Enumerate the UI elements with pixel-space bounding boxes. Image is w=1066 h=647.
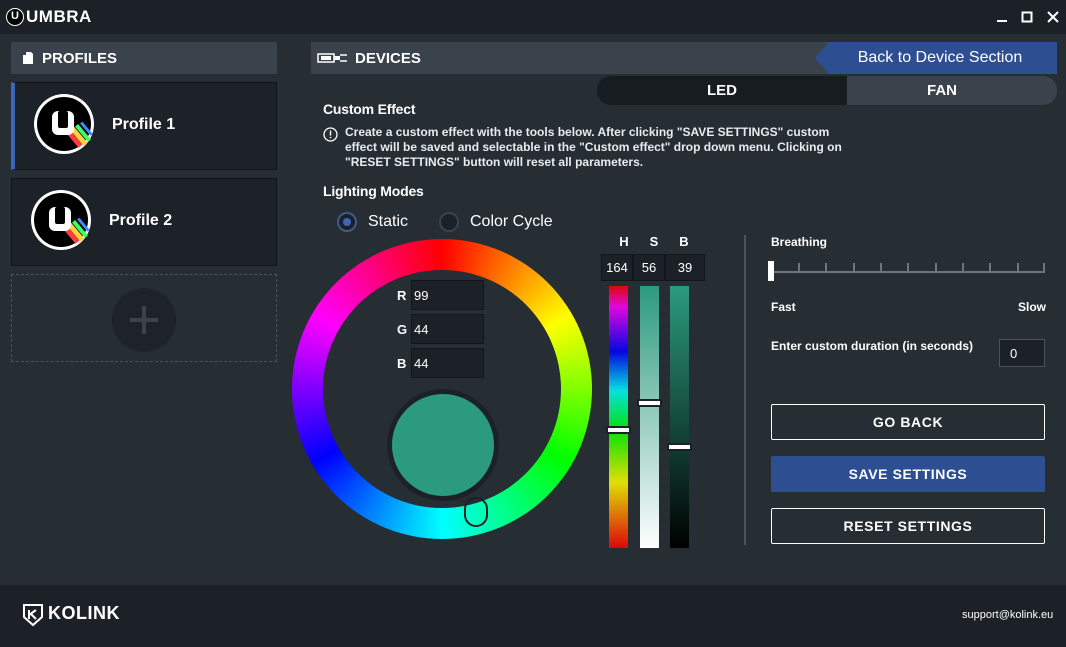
g-label: G	[397, 322, 408, 337]
profile-name-2: Profile 2	[109, 212, 173, 229]
devices-header: DEVICES	[311, 42, 831, 74]
support-email[interactable]: support@kolink.eu	[962, 609, 1053, 621]
r-input[interactable]	[411, 280, 484, 310]
custom-duration-label: Enter custom duration (in seconds)	[771, 339, 974, 353]
breathing-tick	[825, 263, 827, 273]
breathing-tick	[935, 263, 937, 273]
close-icon	[1047, 11, 1059, 23]
profiles-title: PROFILES	[42, 50, 118, 67]
footer: KOLINK support@kolink.eu	[0, 585, 1066, 647]
saturation-slider[interactable]	[640, 286, 659, 548]
kolink-brand: KOLINK	[48, 603, 120, 623]
profile-card-2[interactable]: Profile 2	[11, 178, 277, 266]
hue-slider-thumb[interactable]	[606, 426, 631, 434]
back-button-label: Back to Device Section	[857, 49, 1023, 66]
info-icon	[323, 127, 338, 142]
brightness-label: B	[679, 234, 689, 249]
title-bar: U UMBRA	[0, 0, 1066, 34]
document-icon	[23, 52, 33, 64]
custom-effect-info: Create a custom effect with the tools be…	[345, 125, 842, 169]
breathing-tick	[880, 263, 882, 273]
breathing-tick	[853, 263, 855, 273]
profiles-header: PROFILES	[11, 42, 277, 74]
breathing-tick	[798, 263, 800, 273]
close-button[interactable]	[1041, 5, 1065, 29]
breathing-slow-label: Slow	[1018, 300, 1047, 314]
custom-duration-input[interactable]	[999, 339, 1045, 367]
brightness-slider[interactable]	[670, 286, 689, 548]
profile-name-1: Profile 1	[112, 116, 176, 133]
profile-avatar-icon	[31, 190, 91, 250]
reset-settings-button[interactable]: RESET SETTINGS	[771, 508, 1045, 544]
radio-color-cycle-label: Color Cycle	[470, 213, 553, 230]
custom-effect-title: Custom Effect	[323, 101, 416, 117]
s-label: S	[649, 234, 659, 249]
app-title: UMBRA	[26, 7, 92, 26]
h-label: H	[619, 234, 629, 249]
brightness-slider-thumb[interactable]	[667, 443, 692, 451]
device-tabs: FAN LED	[597, 76, 1057, 105]
color-wheel-handle[interactable]	[464, 497, 488, 527]
breathing-fast-label: Fast	[771, 300, 796, 314]
profile-card-1[interactable]: Profile 1	[11, 82, 277, 170]
back-to-device-section-button[interactable]: Back to Device Section	[815, 42, 1057, 74]
add-profile-button[interactable]	[11, 274, 277, 362]
radio-static-label: Static	[368, 213, 409, 230]
minimize-button[interactable]	[990, 5, 1014, 29]
tab-fan[interactable]: FAN	[827, 76, 1057, 105]
saturation-slider-thumb[interactable]	[637, 399, 662, 407]
tab-fan-label: FAN	[927, 82, 957, 99]
breathing-title: Breathing	[771, 235, 828, 249]
minimize-icon	[997, 20, 1007, 22]
devices-title: DEVICES	[355, 50, 421, 67]
hue-slider[interactable]	[609, 286, 628, 548]
b-input[interactable]	[411, 348, 484, 378]
breathing-tick	[989, 263, 991, 273]
breathing-tick	[1043, 263, 1045, 273]
profile-avatar-icon	[34, 94, 94, 154]
b-label: B	[397, 356, 407, 371]
breathing-tick	[1017, 263, 1019, 273]
radio-static[interactable]	[337, 212, 357, 232]
tab-led-label: LED	[707, 82, 737, 99]
kolink-shield-icon	[23, 604, 43, 627]
g-input[interactable]	[411, 314, 484, 344]
brightness-input[interactable]	[665, 254, 705, 281]
breathing-tick	[907, 263, 909, 273]
color-preview-swatch	[392, 394, 494, 496]
add-profile-circle	[112, 288, 176, 352]
r-label: R	[397, 288, 407, 303]
lighting-modes-title: Lighting Modes	[323, 183, 424, 199]
plus-icon	[130, 306, 158, 334]
breathing-slider-thumb[interactable]	[768, 261, 774, 281]
plug-icon	[317, 53, 347, 63]
maximize-button[interactable]	[1015, 5, 1039, 29]
s-input[interactable]	[633, 254, 665, 281]
save-settings-button[interactable]: SAVE SETTINGS	[771, 456, 1045, 492]
go-back-button[interactable]: GO BACK	[771, 404, 1045, 440]
breathing-tick	[962, 263, 964, 273]
radio-color-cycle[interactable]	[439, 212, 459, 232]
maximize-icon	[1021, 11, 1033, 23]
vertical-divider	[744, 235, 746, 545]
umbra-logo-icon: U	[6, 8, 24, 26]
tab-led[interactable]: LED	[597, 76, 847, 105]
h-input[interactable]	[601, 254, 633, 281]
